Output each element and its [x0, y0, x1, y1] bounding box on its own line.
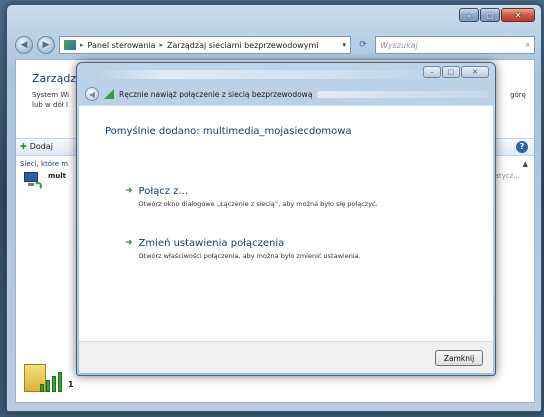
- network-count-label: 1: [68, 380, 74, 389]
- dialog-footer: Zamknij: [79, 341, 493, 373]
- page-description: System Wi lub w dół l: [32, 91, 70, 109]
- window-caption-buttons: – □ ✕: [459, 8, 535, 22]
- dialog-header-title: Ręcznie nawiąż połączenie z siecią bezpr…: [119, 89, 313, 99]
- dialog-back-button[interactable]: ◀: [85, 87, 99, 101]
- change-settings-description: Otwórz właściwości połączenia, aby można…: [138, 252, 361, 260]
- help-icon[interactable]: ?: [516, 141, 528, 153]
- dialog-maximize-button[interactable]: □: [442, 66, 460, 78]
- connect-to-title[interactable]: Połącz z...: [139, 186, 378, 198]
- dialog-close-icon[interactable]: ✕: [461, 66, 489, 78]
- add-icon: ✚: [20, 142, 27, 151]
- close-button[interactable]: Zamknij: [435, 350, 483, 366]
- search-icon[interactable]: ⌕: [526, 40, 530, 50]
- breadcrumb-item-manage-wireless[interactable]: Zarządzaj sieciami bezprzewodowymi: [167, 41, 319, 50]
- address-row: ◀ ▶ ▸ Panel sterowania ▸ Zarządzaj sieci…: [15, 35, 535, 55]
- dialog-body: Pomyślnie dodano: multimedia_mojasiecdom…: [79, 105, 493, 341]
- search-placeholder: Wyszukaj: [380, 40, 418, 50]
- wireless-network-icon: [22, 170, 44, 192]
- minimize-button[interactable]: –: [459, 8, 479, 22]
- dialog-header: ◀ Ręcznie nawiąż połączenie z siecią bez…: [85, 85, 489, 103]
- green-arrow-icon: ➜: [125, 186, 133, 196]
- scroll-up-icon[interactable]: ▲: [523, 160, 528, 168]
- refresh-icon[interactable]: ⟳: [355, 40, 371, 50]
- control-panel-icon: [64, 40, 76, 50]
- list-item[interactable]: mult: [22, 170, 66, 192]
- connect-to-description: Otwórz okno dialogowe „Łączenie z siecią…: [138, 200, 378, 208]
- add-network-label: Dodaj: [29, 142, 53, 151]
- wireless-signal-icon: [18, 358, 64, 398]
- breadcrumb-item-control-panel[interactable]: Panel sterowania: [88, 41, 156, 50]
- page-description-tail: górę: [510, 91, 526, 99]
- breadcrumb-separator-icon: ▸: [159, 41, 164, 49]
- close-window-button[interactable]: ✕: [501, 8, 535, 22]
- maximize-button[interactable]: □: [480, 8, 500, 22]
- wireless-connect-icon: [104, 89, 114, 99]
- network-list-header: Sieci, które m: [20, 160, 69, 168]
- change-settings-title[interactable]: Zmień ustawienia połączenia: [139, 238, 361, 250]
- green-arrow-icon: ➜: [125, 238, 133, 248]
- dialog-minimize-button[interactable]: –: [423, 66, 441, 78]
- success-message: Pomyślnie dodano: multimedia_mojasiecdom…: [105, 126, 352, 137]
- dialog-caption-buttons: – □ ✕: [423, 66, 489, 78]
- connect-to-option[interactable]: ➜ Połącz z... Otwórz okno dialogowe „Łąc…: [125, 186, 378, 208]
- forward-button[interactable]: ▶: [37, 36, 55, 54]
- back-button[interactable]: ◀: [15, 36, 33, 54]
- dialog-title-bar: [97, 70, 437, 79]
- page-title: Zarządz: [32, 72, 77, 85]
- breadcrumb-separator-icon: ▸: [80, 41, 84, 49]
- chevron-down-icon[interactable]: ▾: [342, 41, 346, 49]
- change-settings-option[interactable]: ➜ Zmień ustawienia połączenia Otwórz wła…: [125, 238, 361, 260]
- network-name: mult: [48, 172, 67, 180]
- add-network-button[interactable]: ✚ Dodaj: [20, 142, 53, 151]
- search-input[interactable]: Wyszukaj ⌕: [375, 36, 535, 54]
- address-bar[interactable]: ▸ Panel sterowania ▸ Zarządzaj sieciami …: [59, 36, 351, 54]
- manual-connect-dialog: – □ ✕ ◀ Ręcznie nawiąż połączenie z siec…: [76, 62, 496, 376]
